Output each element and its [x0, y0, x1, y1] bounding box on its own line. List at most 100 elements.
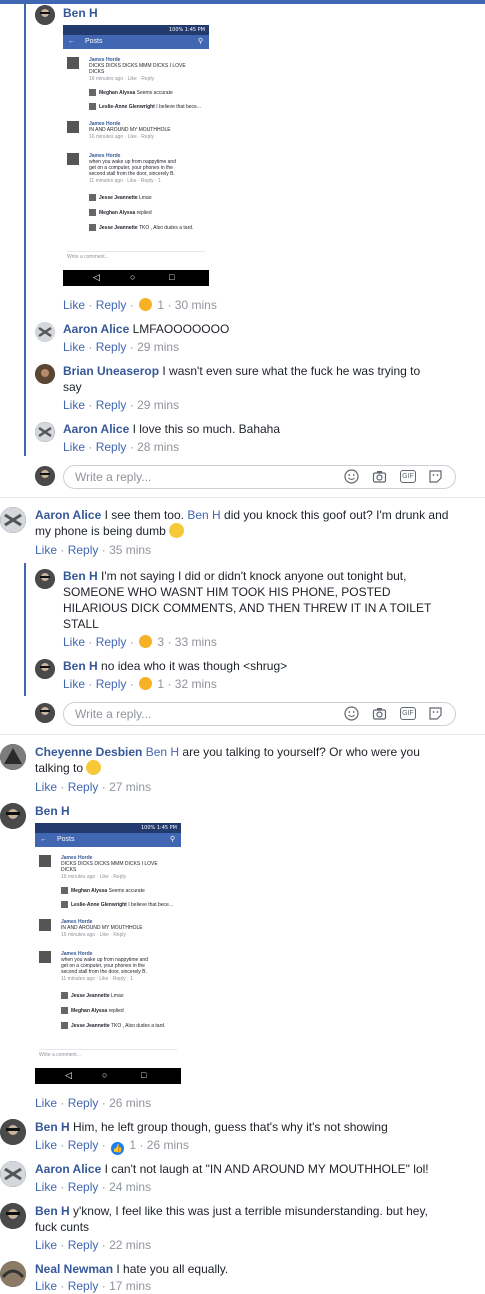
- reaction-count[interactable]: 1: [157, 298, 164, 312]
- avatar[interactable]: [0, 744, 26, 770]
- like-button[interactable]: Like: [63, 440, 85, 454]
- comment-author[interactable]: Neal Newman: [35, 1262, 113, 1276]
- avatar[interactable]: [0, 1161, 26, 1187]
- attached-screenshot[interactable]: 100% 1:45 PM ← Posts ⚲ James Horde DICKS…: [35, 823, 181, 1084]
- camera-icon[interactable]: [372, 706, 387, 721]
- timestamp[interactable]: 29 mins: [137, 340, 179, 354]
- like-button[interactable]: Like: [63, 298, 85, 312]
- like-button[interactable]: Like: [35, 1238, 57, 1252]
- reply-button[interactable]: Reply: [68, 543, 99, 557]
- timestamp[interactable]: 35 mins: [109, 543, 151, 557]
- screenshot-header: ← Posts ⚲: [63, 35, 209, 49]
- like-button[interactable]: Like: [63, 398, 85, 412]
- timestamp[interactable]: 26 mins: [109, 1096, 151, 1110]
- camera-icon[interactable]: [372, 469, 387, 484]
- sticker-icon[interactable]: [428, 706, 443, 721]
- reply-input[interactable]: Write a reply... GIF: [63, 465, 456, 489]
- comment-author[interactable]: Ben H: [63, 569, 98, 583]
- comment-author[interactable]: Ben H: [63, 5, 98, 21]
- like-button[interactable]: Like: [63, 635, 85, 649]
- confused-emoji-icon: [169, 523, 185, 538]
- reaction-count[interactable]: 1: [157, 677, 164, 691]
- gif-icon[interactable]: GIF: [400, 470, 416, 483]
- reply-button[interactable]: Reply: [96, 677, 127, 691]
- comment-author[interactable]: Aaron Alice: [63, 322, 129, 336]
- divider: [0, 497, 485, 498]
- reply-button[interactable]: Reply: [68, 1180, 99, 1194]
- avatar[interactable]: [0, 507, 26, 533]
- comment-actions: Like · Reply · 29 mins: [63, 398, 180, 412]
- screenshot-header: ← Posts ⚲: [35, 833, 181, 847]
- reply-button[interactable]: Reply: [96, 635, 127, 649]
- sticker-icon[interactable]: [428, 469, 443, 484]
- gif-icon[interactable]: GIF: [400, 707, 416, 720]
- screenshot-content: James Horde DICKS DICKS DICKS MMM DICKS …: [35, 847, 181, 1068]
- avatar[interactable]: [35, 322, 55, 342]
- haha-reaction-icon[interactable]: [139, 677, 153, 690]
- reply-button[interactable]: Reply: [96, 340, 127, 354]
- comment-actions: Like · Reply · 35 mins: [35, 543, 152, 557]
- avatar[interactable]: [0, 1119, 26, 1145]
- avatar[interactable]: [35, 659, 55, 679]
- timestamp[interactable]: 33 mins: [175, 635, 217, 649]
- comment-author[interactable]: Aaron Alice: [63, 422, 129, 436]
- nav-recent-icon: □: [169, 272, 175, 282]
- comment-text: STALL: [63, 617, 99, 631]
- timestamp[interactable]: 17 mins: [109, 1279, 151, 1293]
- avatar[interactable]: [35, 5, 55, 25]
- laughing-emoji-icon: [86, 760, 102, 775]
- comment-author[interactable]: Brian Uneaserop: [63, 364, 159, 378]
- smiley-icon[interactable]: [344, 469, 359, 484]
- timestamp[interactable]: 32 mins: [175, 677, 217, 691]
- comment-author[interactable]: Aaron Alice: [35, 508, 101, 522]
- comment-author[interactable]: Ben H: [63, 659, 98, 673]
- reply-thread-line: [24, 4, 26, 456]
- avatar[interactable]: [0, 803, 26, 829]
- comment-author[interactable]: Cheyenne Desbien: [35, 745, 142, 759]
- like-button[interactable]: Like: [63, 677, 85, 691]
- reaction-count[interactable]: 1: [129, 1138, 136, 1152]
- avatar[interactable]: [35, 569, 55, 589]
- like-button[interactable]: Like: [35, 1279, 57, 1293]
- like-button[interactable]: Like: [35, 1138, 57, 1152]
- screenshot-content: James Horde DICKS DICKS DICKS MMM DICKS …: [63, 49, 209, 270]
- like-button[interactable]: Like: [35, 1096, 57, 1110]
- avatar[interactable]: [0, 1261, 26, 1287]
- comment-author[interactable]: Ben H: [35, 1120, 70, 1134]
- reply-button[interactable]: Reply: [68, 1238, 99, 1252]
- haha-reaction-icon[interactable]: [139, 298, 153, 311]
- like-reaction-icon[interactable]: 👍: [111, 1142, 125, 1155]
- mention-link[interactable]: Ben H: [146, 745, 179, 759]
- timestamp[interactable]: 30 mins: [175, 298, 217, 312]
- avatar[interactable]: [0, 1203, 26, 1229]
- reply-button[interactable]: Reply: [96, 298, 127, 312]
- reply-button[interactable]: Reply: [96, 398, 127, 412]
- reply-button[interactable]: Reply: [68, 1279, 99, 1293]
- attached-screenshot[interactable]: 100% 1:45 PM ← Posts ⚲ James Horde DICKS…: [63, 25, 209, 286]
- reaction-count[interactable]: 3: [157, 635, 164, 649]
- mention-link[interactable]: Ben H: [187, 508, 220, 522]
- avatar[interactable]: [35, 422, 55, 442]
- comment-author[interactable]: Aaron Alice: [35, 1162, 101, 1176]
- haha-reaction-icon[interactable]: [139, 635, 153, 648]
- reply-input[interactable]: Write a reply... GIF: [63, 702, 456, 726]
- smiley-icon[interactable]: [344, 706, 359, 721]
- timestamp[interactable]: 24 mins: [109, 1180, 151, 1194]
- reply-button[interactable]: Reply: [68, 1138, 99, 1152]
- timestamp[interactable]: 26 mins: [147, 1138, 189, 1152]
- comment-text: fuck cunts: [35, 1220, 90, 1234]
- timestamp[interactable]: 28 mins: [137, 440, 179, 454]
- like-button[interactable]: Like: [35, 780, 57, 794]
- timestamp[interactable]: 22 mins: [109, 1238, 151, 1252]
- comment-author[interactable]: Ben H: [35, 1204, 70, 1218]
- reply-button[interactable]: Reply: [68, 780, 99, 794]
- avatar[interactable]: [35, 364, 55, 384]
- reply-button[interactable]: Reply: [96, 440, 127, 454]
- reply-button[interactable]: Reply: [68, 1096, 99, 1110]
- like-button[interactable]: Like: [35, 543, 57, 557]
- like-button[interactable]: Like: [63, 340, 85, 354]
- timestamp[interactable]: 29 mins: [137, 398, 179, 412]
- timestamp[interactable]: 27 mins: [109, 780, 151, 794]
- like-button[interactable]: Like: [35, 1180, 57, 1194]
- comment-author[interactable]: Ben H: [35, 803, 70, 819]
